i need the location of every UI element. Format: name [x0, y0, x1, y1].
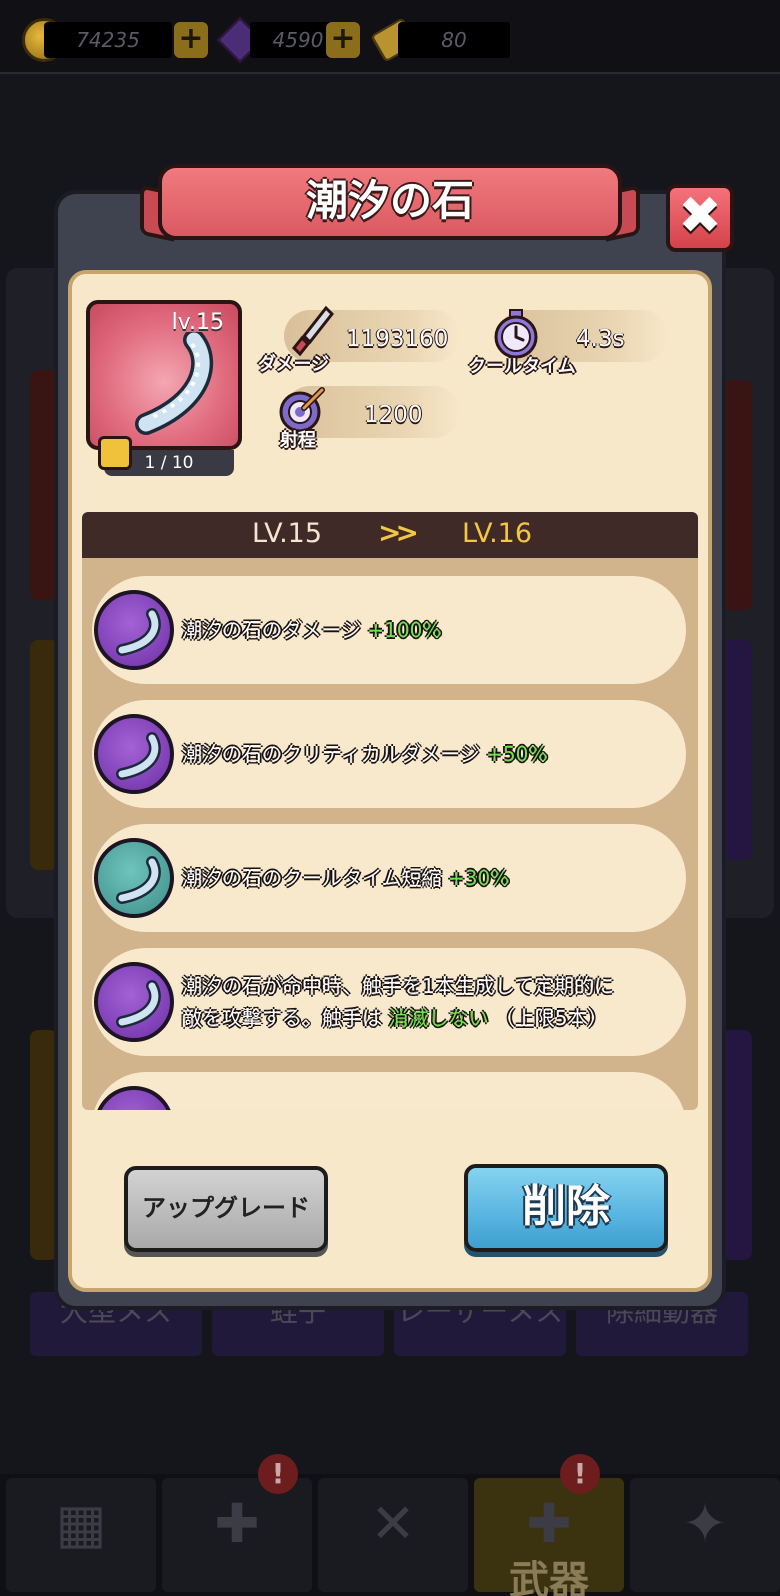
- perk-description: 潮汐の石のクールタイム短縮 +30%: [182, 866, 510, 890]
- perk-description: 潮汐の石が命中時、触手を1本生成して定期的に 敵を攻撃する。触手は 消滅しない …: [182, 974, 615, 1030]
- delete-button[interactable]: 削除: [464, 1164, 668, 1252]
- list-item: 潮汐の石が命中時、触手を1本生成して定期的に 敵を攻撃する。触手は 消滅しない …: [92, 948, 686, 1056]
- nav-weapons[interactable]: ✚ 武器 !: [474, 1454, 624, 1596]
- weapon-level: lv.15: [171, 310, 224, 335]
- notification-badge: !: [258, 1454, 298, 1494]
- tentacle-icon: [135, 332, 213, 435]
- cooldown-value: 4.3s: [576, 326, 625, 352]
- ticket-count: 80: [398, 22, 510, 58]
- upgrade-button[interactable]: アップグレード: [124, 1166, 328, 1252]
- emblem-icon: ✦: [682, 1492, 728, 1555]
- cooldown-label: クールタイム: [468, 356, 576, 377]
- current-level: LV.15: [252, 518, 323, 549]
- background-card: [722, 1030, 752, 1260]
- tentacle-critical-icon: [94, 714, 174, 794]
- resource-bar: 74235 + 4590 + 80: [0, 0, 780, 74]
- perk-description: 潮汐の石のダメージ +100%: [182, 618, 442, 642]
- perk-list[interactable]: 潮汐の石のダメージ +100% 潮汐の石のクリティカルダメージ +50% 潮汐の…: [82, 558, 698, 1110]
- nav-shop[interactable]: ▦: [6, 1478, 156, 1592]
- background-card: [722, 380, 752, 610]
- nav-emblem[interactable]: ✦: [630, 1478, 780, 1592]
- nav-upgrades[interactable]: ✕: [318, 1478, 468, 1592]
- syringe-icon: ✕: [370, 1492, 416, 1555]
- notification-badge: !: [560, 1454, 600, 1494]
- tentacle-icon: [94, 1086, 174, 1110]
- tentacle-summon-icon: [94, 962, 174, 1042]
- perk-description: 潮汐の石のクリティカルダメージ +50%: [182, 742, 548, 766]
- tentacle-cooldown-icon: [94, 838, 174, 918]
- level-comparison-header: LV.15 >> LV.16: [82, 512, 698, 558]
- medkit-icon: ✚: [526, 1492, 572, 1555]
- range-value: 1200: [364, 402, 423, 428]
- add-coins-button[interactable]: +: [174, 22, 208, 58]
- list-item: 潮汐の石のクールタイム短縮 +30%: [92, 824, 686, 932]
- list-item: [92, 1072, 686, 1110]
- list-item: 潮汐の石のダメージ +100%: [92, 576, 686, 684]
- modal-title: 潮汐の石: [158, 164, 622, 240]
- coin-count: 74235: [44, 22, 172, 58]
- list-item: 潮汐の石のクリティカルダメージ +50%: [92, 700, 686, 808]
- nav-characters[interactable]: ✚ !: [162, 1454, 312, 1592]
- weapon-card: lv.15: [86, 300, 242, 450]
- add-gems-button[interactable]: +: [326, 22, 360, 58]
- next-level: LV.16: [462, 518, 533, 549]
- shop-icon: ▦: [55, 1492, 107, 1555]
- nav-weapons-label: 武器: [509, 1558, 589, 1596]
- close-button[interactable]: ✖: [666, 184, 734, 252]
- damage-label: ダメージ: [258, 354, 330, 375]
- tentacle-damage-icon: [94, 590, 174, 670]
- damage-value: 1193160: [346, 326, 449, 352]
- bottom-navigation: ▦ ✚ ! ✕ ✚ 武器 ! ✦: [0, 1454, 780, 1596]
- range-label: 射程: [280, 430, 316, 451]
- puzzle-piece-icon: [98, 436, 132, 470]
- background-card: [722, 640, 752, 860]
- brain-nurse-icon: ✚: [214, 1492, 260, 1555]
- double-chevron-icon: >>: [378, 516, 419, 549]
